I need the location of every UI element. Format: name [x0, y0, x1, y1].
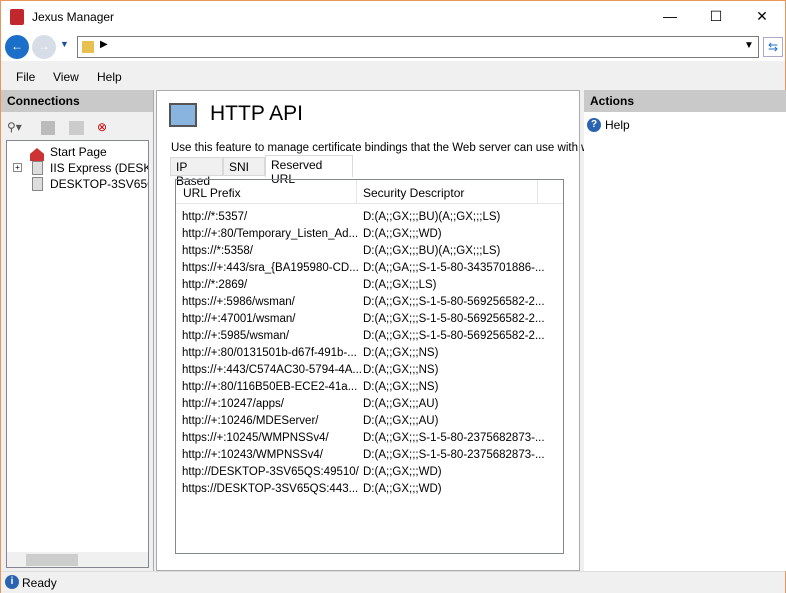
security-descriptor-cell: D:(A;;GX;;;BU)(A;;GX;;;LS) — [363, 211, 501, 223]
security-descriptor-cell: D:(A;;GX;;;WD) — [363, 228, 442, 240]
action-help[interactable]: Help — [605, 118, 630, 132]
url-prefix-cell: http://+:5985/wsman/ — [182, 330, 290, 342]
url-prefix-cell: https://+:5986/wsman/ — [182, 296, 295, 308]
help-icon: ? — [587, 118, 601, 132]
security-descriptor-cell: D:(A;;GX;;;NS) — [363, 364, 439, 376]
disconnect-icon[interactable]: ⊗ — [97, 120, 107, 134]
reserved-url-list: URL Prefix Security Descriptor http://*:… — [175, 179, 564, 554]
page-title: HTTP API — [210, 102, 303, 125]
status-bar: i Ready — [1, 571, 785, 593]
security-descriptor-cell: D:(A;;GA;;;S-1-5-80-3435701886-... — [363, 262, 545, 274]
url-prefix-cell: http://+:80/0131501b-d67f-491b-... — [182, 347, 357, 359]
security-descriptor-cell: D:(A;;GX;;;S-1-5-80-569256582-2... — [363, 330, 545, 342]
url-prefix-cell: https://+:443/C574AC30-5794-4A... — [182, 364, 362, 376]
history-dropdown-icon[interactable]: ▼ — [60, 39, 69, 49]
security-descriptor-cell: D:(A;;GX;;;BU)(A;;GX;;;LS) — [363, 245, 501, 257]
server-icon — [32, 177, 43, 191]
url-prefix-cell: http://+:47001/wsman/ — [182, 313, 296, 325]
menu-help[interactable]: Help — [97, 70, 122, 84]
address-bar: ← → ▼ ▶ ▼ ⇆ — [1, 33, 785, 61]
security-descriptor-cell: D:(A;;GX;;;NS) — [363, 347, 439, 359]
security-descriptor-cell: D:(A;;GX;;;AU) — [363, 398, 439, 410]
url-prefix-cell: https://+:10245/WMPNSSv4/ — [182, 432, 329, 444]
back-button[interactable]: ← — [5, 35, 29, 59]
url-prefix-cell: http://DESKTOP-3SV65QS:49510/ — [182, 466, 359, 478]
close-button[interactable]: ✕ — [739, 1, 785, 31]
info-icon: i — [5, 575, 19, 589]
title-bar: Jexus Manager — ☐ ✕ — [1, 1, 785, 33]
save-icon[interactable] — [41, 121, 55, 135]
address-dropdown-icon[interactable]: ▼ — [744, 40, 754, 51]
forward-button[interactable]: → — [32, 35, 56, 59]
app-icon — [10, 9, 24, 25]
expand-icon[interactable]: + — [13, 163, 22, 172]
server-icon — [32, 161, 43, 175]
chevron-right-icon: ▶ — [100, 39, 108, 50]
tab-reserved-url[interactable]: Reserved URL — [265, 155, 353, 186]
list-header: URL Prefix Security Descriptor — [176, 180, 563, 204]
folder-icon — [82, 41, 94, 53]
tree-item-iis-express[interactable]: IIS Express (DESKTOP-3SV65QS) — [50, 161, 148, 175]
url-prefix-cell: http://+:10247/apps/ — [182, 398, 284, 410]
tab-sni[interactable]: SNI — [223, 157, 265, 176]
http-api-icon — [169, 103, 197, 127]
url-prefix-cell: http://+:10243/WMPNSSv4/ — [182, 449, 323, 461]
url-prefix-cell: http://*:5357/ — [182, 211, 248, 223]
menu-file[interactable]: File — [16, 70, 35, 84]
url-prefix-cell: http://+:10246/MDEServer/ — [182, 415, 319, 427]
feature-panel: HTTP API Use this feature to manage cert… — [156, 90, 602, 571]
url-prefix-cell: http://+:80/Temporary_Listen_Ad... — [182, 228, 359, 240]
actions-header: Actions — [584, 90, 786, 112]
column-url-prefix[interactable]: URL Prefix — [183, 186, 241, 200]
connections-panel: Connections ⚲▾ ⊗ Start Page + IIS Expres… — [1, 90, 154, 571]
refresh-button[interactable]: ⇆ — [763, 37, 783, 57]
security-descriptor-cell: D:(A;;GX;;;S-1-5-80-569256582-2... — [363, 313, 545, 325]
status-text: Ready — [22, 576, 57, 590]
maximize-button[interactable]: ☐ — [693, 1, 739, 31]
tab-ip-based[interactable]: IP Based — [170, 157, 223, 188]
horizontal-scrollbar[interactable] — [7, 552, 148, 567]
url-prefix-cell: https://+:443/sra_{BA195980-CD... — [182, 262, 359, 274]
security-descriptor-cell: D:(A;;GX;;;NS) — [363, 381, 439, 393]
scrollbar-thumb[interactable] — [26, 554, 78, 566]
url-prefix-cell: http://*:2869/ — [182, 279, 248, 291]
tree-item-start-page[interactable]: Start Page — [50, 145, 107, 159]
security-descriptor-cell: D:(A;;GX;;;WD) — [363, 466, 442, 478]
url-prefix-cell: https://DESKTOP-3SV65QS:443... — [182, 483, 359, 495]
url-prefix-cell: https://*:5358/ — [182, 245, 253, 257]
connections-header: Connections — [1, 90, 153, 112]
tree-item-desktop[interactable]: DESKTOP-3SV65QS — [50, 177, 148, 191]
security-descriptor-cell: D:(A;;GX;;;S-1-5-80-2375682873-... — [363, 449, 545, 461]
menu-bar: File View Help — [1, 67, 785, 89]
url-prefix-cell: http://+:80/116B50EB-ECE2-41a... — [182, 381, 358, 393]
connections-tree: Start Page + IIS Express (DESKTOP-3SV65Q… — [6, 140, 149, 568]
window-title: Jexus Manager — [32, 10, 115, 24]
security-descriptor-cell: D:(A;;GX;;;LS) — [363, 279, 437, 291]
menu-view[interactable]: View — [53, 70, 79, 84]
feature-description: Use this feature to manage certificate b… — [171, 142, 603, 154]
column-security-descriptor[interactable]: Security Descriptor — [363, 186, 464, 200]
security-descriptor-cell: D:(A;;GX;;;AU) — [363, 415, 439, 427]
security-descriptor-cell: D:(A;;GX;;;S-1-5-80-569256582-2... — [363, 296, 545, 308]
security-descriptor-cell: D:(A;;GX;;;WD) — [363, 483, 442, 495]
actions-panel: Actions ? Help — [584, 90, 786, 571]
connect-icon[interactable]: ⚲▾ — [7, 120, 22, 134]
minimize-button[interactable]: — — [647, 1, 693, 31]
folder-up-icon[interactable] — [69, 121, 84, 135]
address-input[interactable]: ▶ ▼ — [77, 36, 759, 58]
home-icon — [30, 148, 44, 161]
security-descriptor-cell: D:(A;;GX;;;S-1-5-80-2375682873-... — [363, 432, 545, 444]
